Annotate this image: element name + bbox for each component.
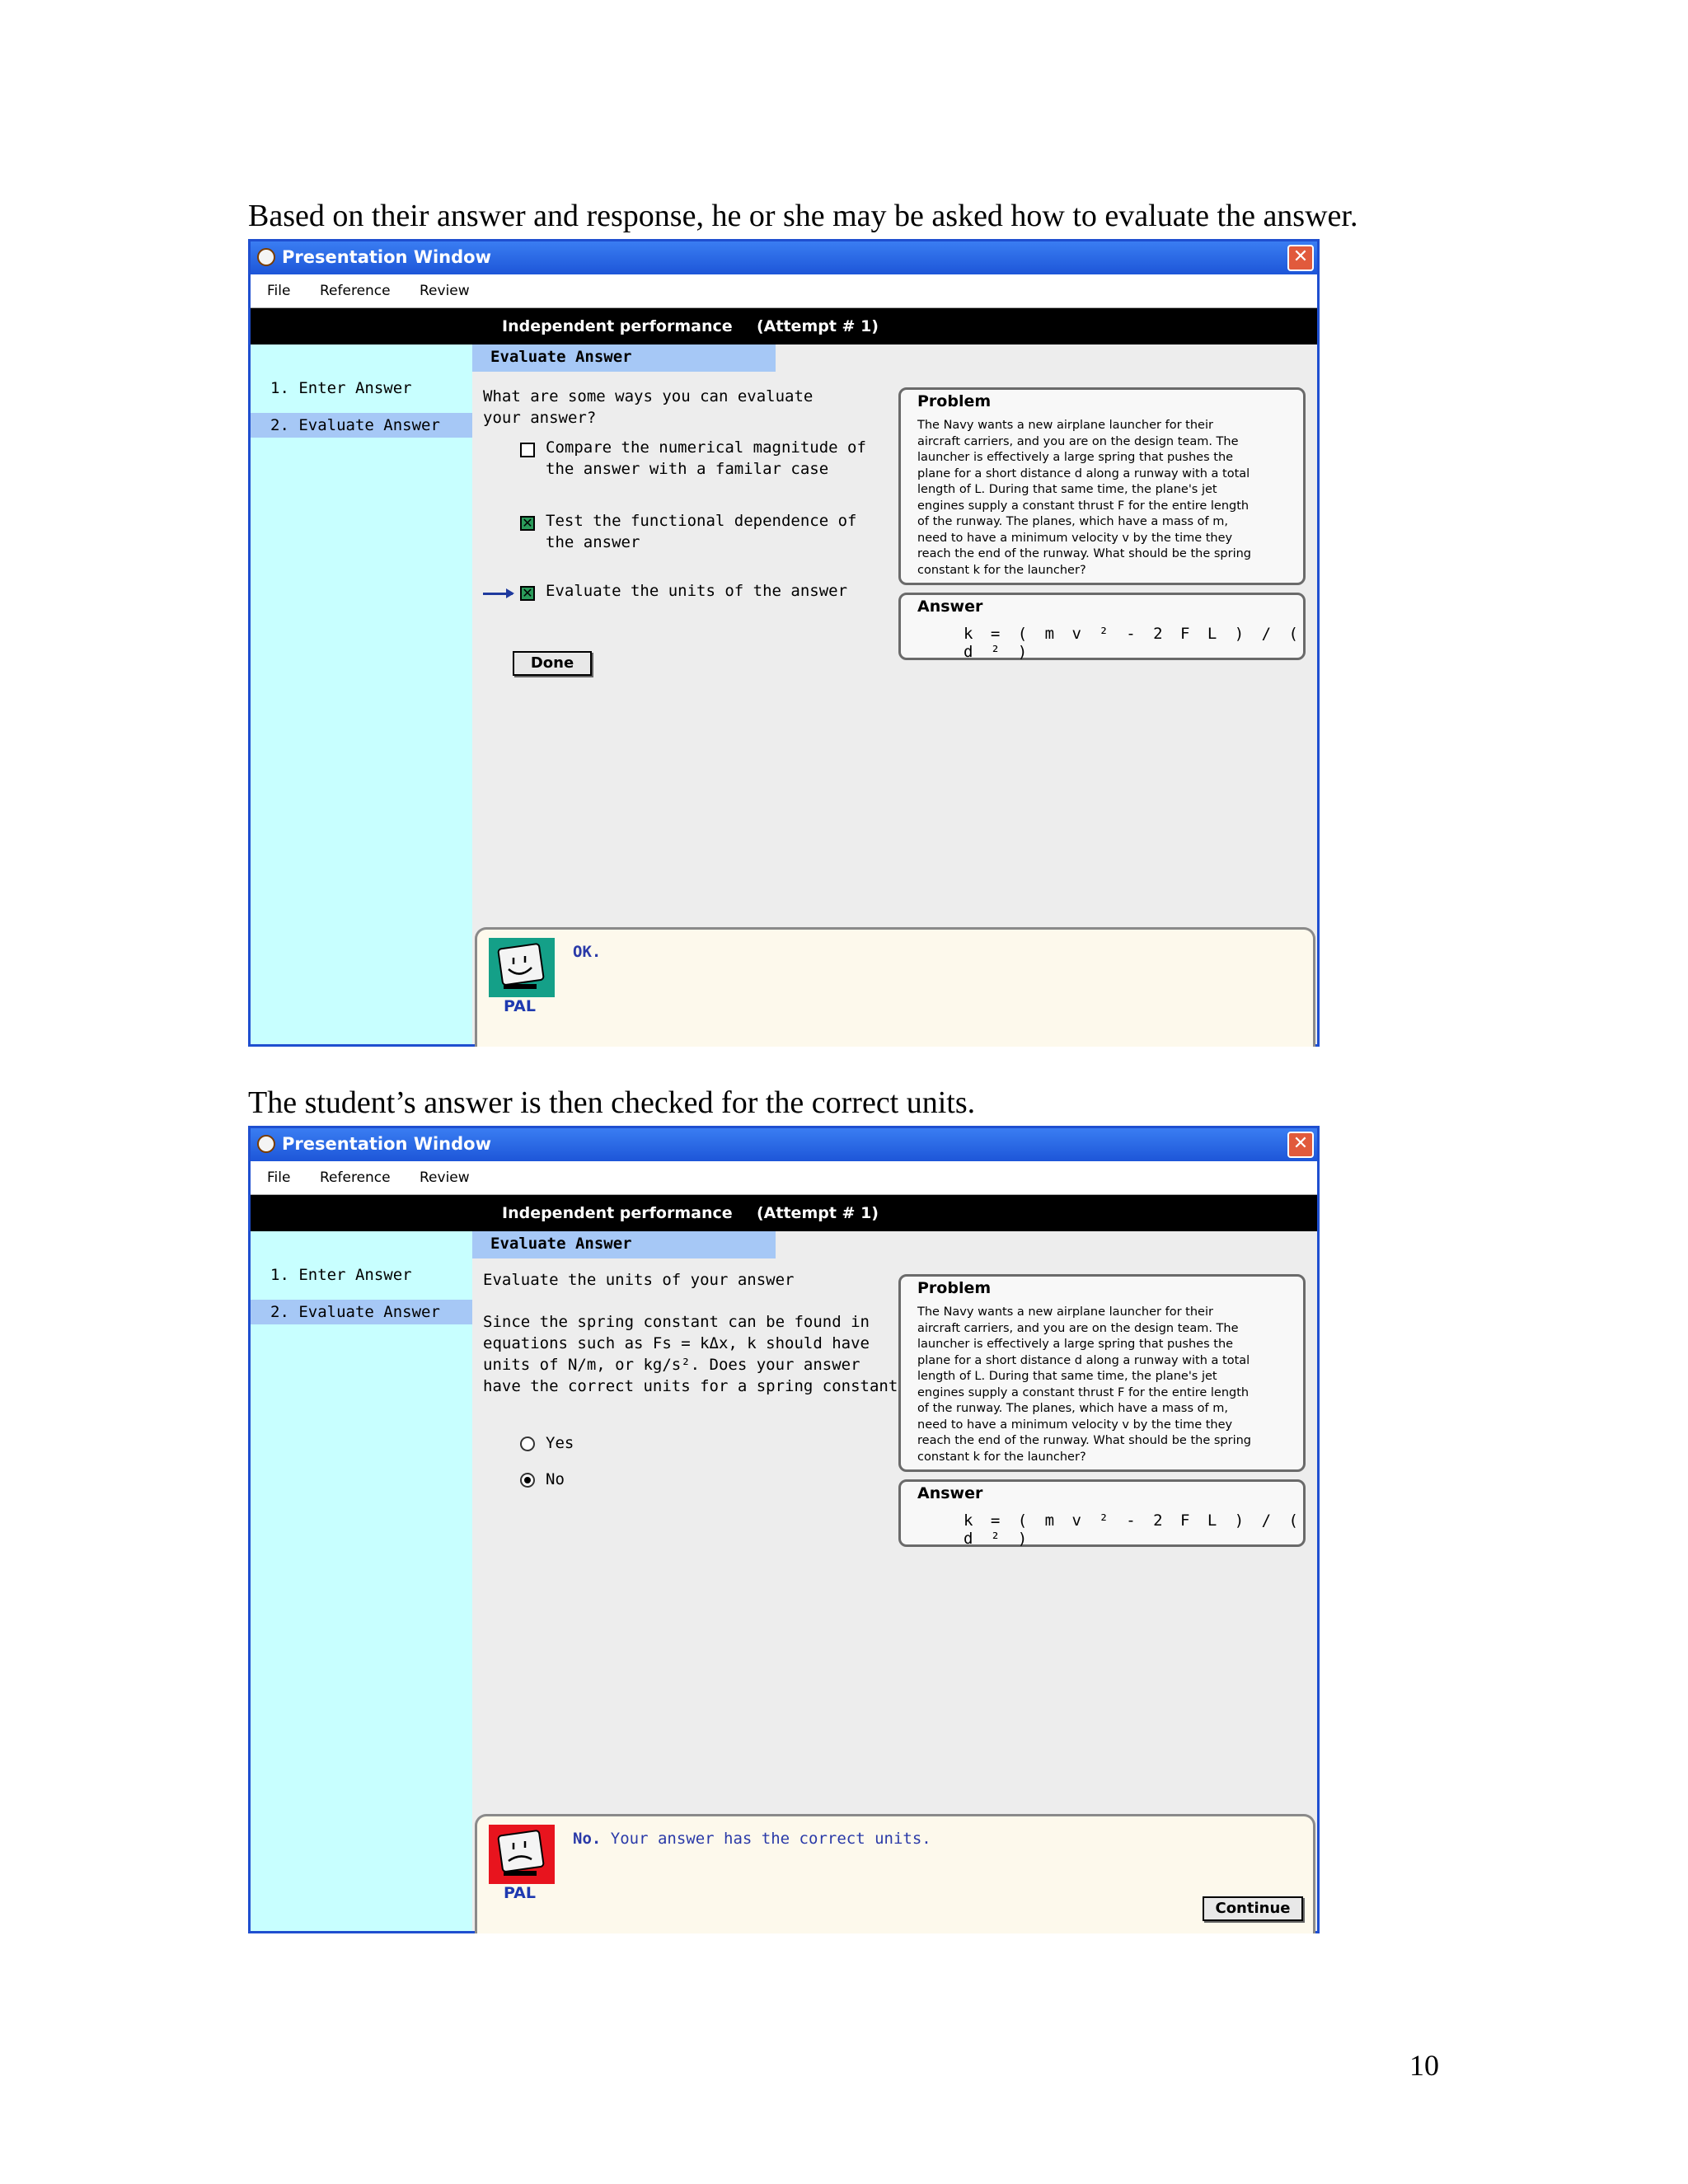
pal-label: PAL <box>504 1884 536 1902</box>
header-title: Independent performance <box>502 317 733 335</box>
problem-text: The Navy wants a new airplane launcher f… <box>917 1305 1251 1464</box>
option-label-units: Evaluate the units of the answer <box>546 582 848 600</box>
feedback-text: OK. <box>573 943 602 961</box>
menubar: File Reference Review <box>251 274 1317 308</box>
radio-label-yes: Yes <box>546 1434 574 1452</box>
problem-panel: Problem The Navy wants a new airplane la… <box>898 387 1306 585</box>
sidebar-item-enter-answer[interactable]: 1. Enter Answer <box>251 1263 472 1287</box>
units-prompt-title: Evaluate the units of your answer <box>483 1271 795 1289</box>
radio-label-no: No <box>546 1470 565 1488</box>
presentation-window-2: Presentation Window ✕ File Reference Rev… <box>248 1126 1320 1933</box>
pal-sad-icon <box>489 1825 555 1884</box>
section-tab: Evaluate Answer <box>472 344 776 372</box>
units-prompt-body: Since the spring constant can be found i… <box>483 1313 907 1395</box>
answer-panel: Answer k = ( m v ² - 2 F L ) / ( d ² ) <box>898 1479 1306 1548</box>
header-band: Independent performance (Attempt # 1) <box>251 308 1317 344</box>
answer-title: Answer <box>917 598 983 616</box>
menubar: File Reference Review <box>251 1161 1317 1195</box>
window-title: Presentation Window <box>282 1134 491 1154</box>
menu-reference[interactable]: Reference <box>320 283 391 299</box>
answer-panel: Answer k = ( m v ² - 2 F L ) / ( d ² ) <box>898 593 1306 661</box>
radio-yes[interactable] <box>520 1436 535 1451</box>
app-icon <box>257 248 275 266</box>
attempt-counter: (Attempt # 1) <box>757 1204 879 1222</box>
window-titlebar[interactable]: Presentation Window ✕ <box>251 1128 1317 1161</box>
pal-happy-icon <box>489 938 555 997</box>
feedback-text: No. Your answer has the correct units. <box>573 1830 931 1848</box>
problem-text: The Navy wants a new airplane launcher f… <box>917 419 1251 577</box>
evaluate-prompt: What are some ways you can evaluate your… <box>483 387 814 427</box>
sidebar-item-enter-answer[interactable]: 1. Enter Answer <box>251 376 472 401</box>
header-title: Independent performance <box>502 1204 733 1222</box>
continue-button[interactable]: Continue <box>1203 1896 1303 1921</box>
option-label-compare: Compare the numerical magnitude of the a… <box>546 438 866 478</box>
radio-no[interactable] <box>520 1473 535 1488</box>
answer-formula: k = ( m v ² - 2 F L ) / ( d ² ) <box>964 625 1302 661</box>
menu-review[interactable]: Review <box>420 283 470 299</box>
close-icon[interactable]: ✕ <box>1287 245 1314 271</box>
caption-evaluate: Based on their answer and response, he o… <box>248 199 1358 233</box>
option-label-functional: Test the functional dependence of the an… <box>546 512 857 551</box>
answer-formula: k = ( m v ² - 2 F L ) / ( d ² ) <box>964 1511 1302 1548</box>
answer-title: Answer <box>917 1484 983 1502</box>
header-band: Independent performance (Attempt # 1) <box>251 1195 1317 1231</box>
app-icon <box>257 1135 275 1153</box>
sidebar: 1. Enter Answer 2. Evaluate Answer <box>251 1231 472 1931</box>
sidebar-item-evaluate-answer[interactable]: 2. Evaluate Answer <box>251 1300 472 1324</box>
option-checkbox-compare[interactable] <box>520 443 535 457</box>
sidebar: 1. Enter Answer 2. Evaluate Answer <box>251 344 472 1044</box>
close-icon[interactable]: ✕ <box>1287 1132 1314 1158</box>
sidebar-item-evaluate-answer[interactable]: 2. Evaluate Answer <box>251 413 472 438</box>
feedback-panel: PAL No. Your answer has the correct unit… <box>475 1814 1315 1933</box>
feedback-panel: PAL OK. <box>475 927 1315 1047</box>
problem-title: Problem <box>917 1279 992 1297</box>
option-checkbox-functional[interactable]: ✕ <box>520 516 535 531</box>
attempt-counter: (Attempt # 1) <box>757 317 879 335</box>
menu-review[interactable]: Review <box>420 1169 470 1186</box>
menu-file[interactable]: File <box>267 1169 290 1186</box>
arrow-pointer-icon <box>483 588 514 598</box>
menu-file[interactable]: File <box>267 283 290 299</box>
section-tab: Evaluate Answer <box>472 1231 776 1258</box>
presentation-window-1: Presentation Window ✕ File Reference Rev… <box>248 239 1320 1047</box>
page-number: 10 <box>1409 2049 1439 2082</box>
caption-units-check: The student’s answer is then checked for… <box>248 1085 976 1120</box>
menu-reference[interactable]: Reference <box>320 1169 391 1186</box>
problem-panel: Problem The Navy wants a new airplane la… <box>898 1274 1306 1472</box>
option-checkbox-units[interactable]: ✕ <box>520 586 535 601</box>
window-titlebar[interactable]: Presentation Window ✕ <box>251 241 1317 274</box>
problem-title: Problem <box>917 392 992 410</box>
done-button[interactable]: Done <box>513 651 592 676</box>
window-title: Presentation Window <box>282 247 491 267</box>
pal-label: PAL <box>504 997 536 1015</box>
